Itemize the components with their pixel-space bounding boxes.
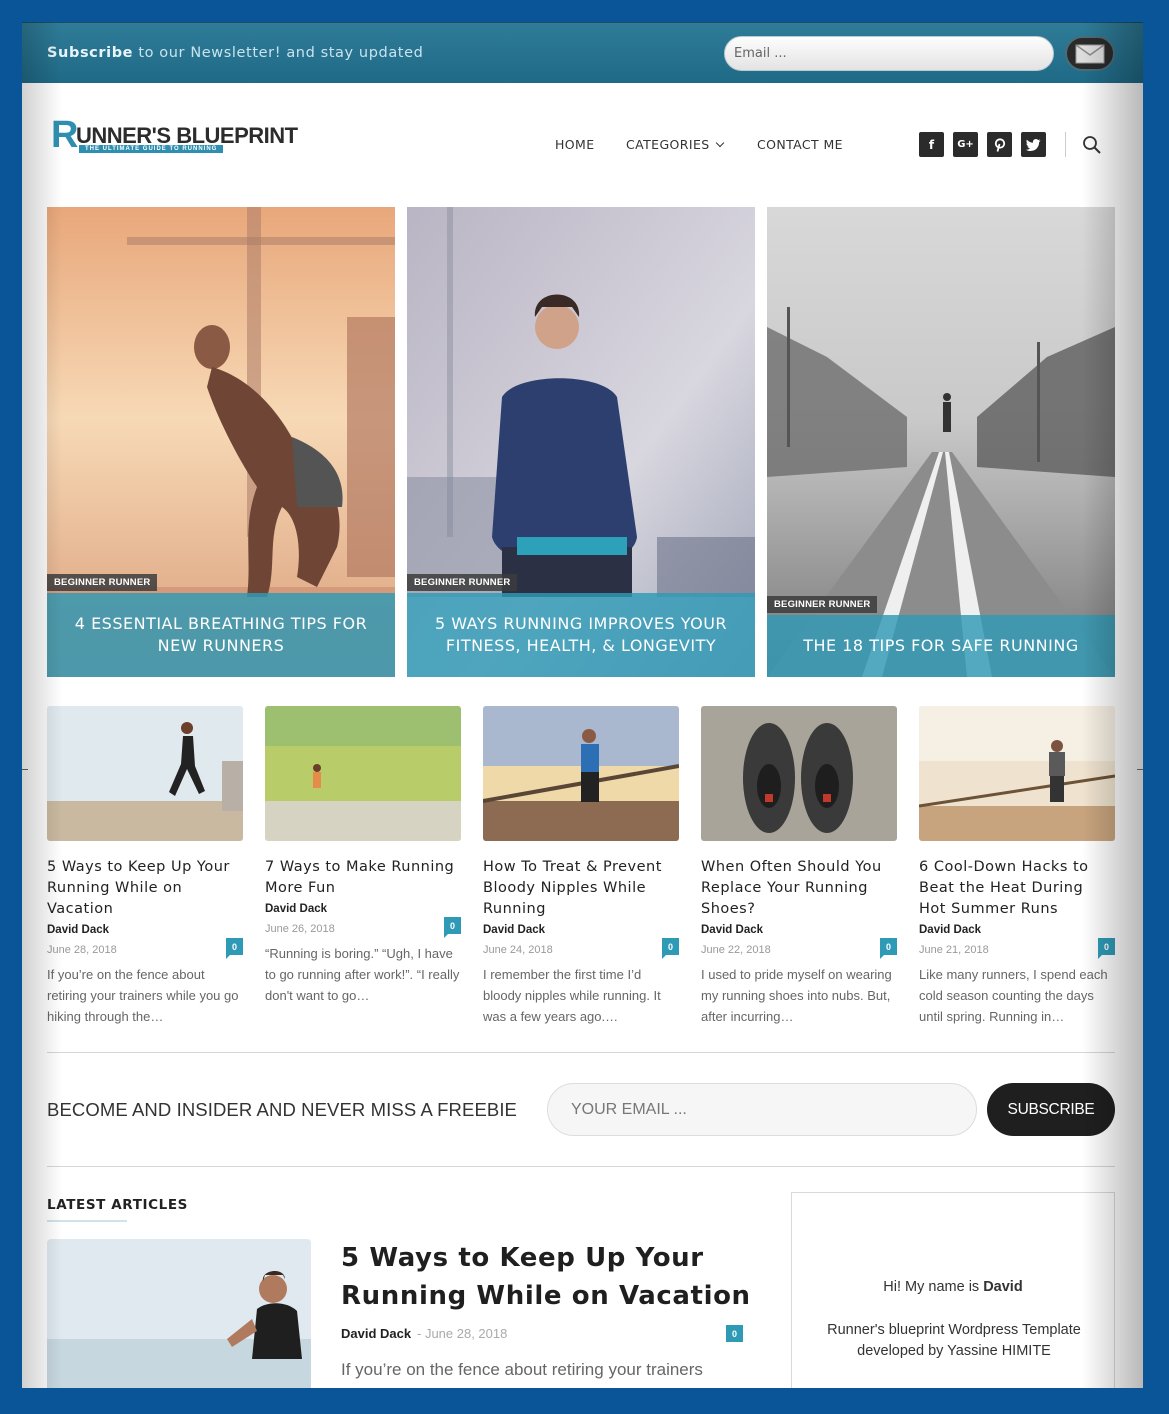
- comment-count-badge[interactable]: 0: [444, 917, 461, 938]
- post-title[interactable]: When Often Should You Replace Your Runni…: [701, 857, 897, 920]
- latest-article-excerpt: If you’re on the fence about retiring yo…: [341, 1360, 703, 1379]
- header-divider: [1065, 132, 1066, 157]
- newsletter-email-input[interactable]: [724, 36, 1054, 71]
- subscribe-pitch: BECOME AND INSIDER AND NEVER MISS A FREE…: [47, 1099, 517, 1120]
- about-widget: Hi! My name is David Runner's blueprint …: [791, 1192, 1115, 1388]
- page-frame: Subscribe to our Newsletter! and stay up…: [22, 22, 1143, 1388]
- post-title[interactable]: How To Treat & Prevent Bloody Nipples Wh…: [483, 857, 679, 920]
- twitter-icon[interactable]: [1021, 132, 1046, 157]
- post-author[interactable]: David Dack: [919, 924, 1115, 936]
- newsletter-submit-button[interactable]: [1065, 36, 1115, 71]
- comment-count-badge[interactable]: 0: [880, 938, 897, 959]
- facebook-icon[interactable]: f: [919, 132, 944, 157]
- post-date: June 24, 2018: [483, 944, 553, 956]
- comment-count-badge[interactable]: 0: [1098, 938, 1115, 959]
- post-author[interactable]: David Dack: [47, 924, 243, 936]
- about-greeting: Hi! My name is David: [883, 1279, 1023, 1295]
- post-date: June 26, 2018: [265, 923, 335, 935]
- subscribe-button[interactable]: SUBSCRIBE: [987, 1083, 1115, 1136]
- post-meta: June 26, 2018 0: [265, 917, 461, 938]
- section-divider: [47, 1052, 1115, 1053]
- comment-count-badge[interactable]: 0: [226, 938, 243, 959]
- newsletter-bar: Subscribe to our Newsletter! and stay up…: [22, 22, 1143, 83]
- featured-card[interactable]: BEGINNER RUNNER 5 WAYS RUNNING IMPROVES …: [407, 207, 755, 677]
- post-excerpt: “Running is boring.” “Ugh, I have to go …: [265, 946, 460, 1003]
- latest-article-image[interactable]: [47, 1239, 311, 1388]
- featured-title[interactable]: 5 WAYS RUNNING IMPROVES YOUR FITNESS, HE…: [407, 593, 755, 677]
- google-plus-icon[interactable]: G+: [953, 132, 978, 157]
- nav-home[interactable]: HOME: [555, 137, 595, 152]
- latest-article-date: - June 28, 2018: [417, 1326, 508, 1341]
- post-thumbnail[interactable]: [701, 706, 897, 841]
- latest-article-author[interactable]: David Dack: [341, 1326, 411, 1341]
- about-description: Runner's blueprint Wordpress Template de…: [827, 1322, 1081, 1359]
- post-thumbnail[interactable]: [482, 706, 680, 841]
- featured-tag[interactable]: BEGINNER RUNNER: [407, 574, 518, 591]
- post-author[interactable]: David Dack: [483, 924, 679, 936]
- featured-card[interactable]: BEGINNER RUNNER 4 ESSENTIAL BREATHING TI…: [47, 207, 395, 677]
- post-title[interactable]: 5 Ways to Keep Up Your Running While on …: [47, 857, 243, 920]
- post-meta: June 21, 2018 0: [919, 938, 1115, 959]
- latest-articles-heading: LATEST ARTICLES: [47, 1197, 188, 1213]
- edge-marker: [22, 769, 28, 770]
- post-thumbnail[interactable]: [265, 706, 461, 841]
- post-title[interactable]: 7 Ways to Make Running More Fun: [265, 857, 461, 899]
- pinterest-icon[interactable]: [987, 132, 1012, 157]
- post-card[interactable]: How To Treat & Prevent Bloody Nipples Wh…: [482, 706, 680, 1027]
- post-date: June 21, 2018: [919, 944, 989, 956]
- section-divider: [47, 1166, 1115, 1167]
- edge-marker: [1137, 769, 1143, 770]
- site-logo[interactable]: RUNNER'S BLUEPRINT THE ULTIMATE GUIDE TO…: [51, 114, 298, 162]
- featured-card[interactable]: BEGINNER RUNNER THE 18 TIPS FOR SAFE RUN…: [767, 207, 1115, 677]
- post-date: June 22, 2018: [701, 944, 771, 956]
- post-meta: June 24, 2018 0: [483, 938, 679, 959]
- latest-article-title[interactable]: 5 Ways to Keep Up Your Running While on …: [341, 1239, 761, 1315]
- subscribe-email-input[interactable]: [547, 1083, 977, 1136]
- logo-tagline: THE ULTIMATE GUIDE TO RUNNING: [79, 145, 224, 153]
- featured-tag[interactable]: BEGINNER RUNNER: [47, 574, 158, 591]
- search-icon[interactable]: [1082, 135, 1102, 155]
- post-author[interactable]: David Dack: [265, 903, 461, 915]
- post-card[interactable]: 6 Cool-Down Hacks to Beat the Heat Durin…: [918, 706, 1116, 1027]
- post-author[interactable]: David Dack: [701, 924, 897, 936]
- nav-contact-me[interactable]: CONTACT ME: [757, 137, 843, 152]
- post-excerpt: If you’re on the fence about retiring yo…: [47, 967, 239, 1024]
- post-meta: June 22, 2018 0: [701, 938, 897, 959]
- featured-title[interactable]: 4 ESSENTIAL BREATHING TIPS FOR NEW RUNNE…: [47, 593, 395, 677]
- post-excerpt: I used to pride myself on wearing my run…: [701, 967, 892, 1024]
- comment-count-badge[interactable]: 0: [662, 938, 679, 959]
- chevron-down-icon: [715, 138, 724, 148]
- envelope-icon: [1075, 43, 1105, 63]
- featured-tag[interactable]: BEGINNER RUNNER: [767, 596, 878, 613]
- post-excerpt: Like many runners, I spend each cold sea…: [919, 967, 1108, 1024]
- post-thumbnail[interactable]: [47, 706, 243, 841]
- featured-title[interactable]: THE 18 TIPS FOR SAFE RUNNING: [767, 615, 1115, 677]
- nav-categories[interactable]: CATEGORIES: [626, 137, 724, 152]
- post-card[interactable]: 7 Ways to Make Running More Fun David Da…: [265, 706, 461, 1006]
- post-meta: June 28, 2018 0: [47, 938, 243, 959]
- post-thumbnail[interactable]: [918, 706, 1116, 841]
- heading-underline: [47, 1220, 127, 1222]
- post-date: June 28, 2018: [47, 944, 117, 956]
- post-excerpt: I remember the first time I’d bloody nip…: [483, 967, 661, 1024]
- post-card[interactable]: When Often Should You Replace Your Runni…: [701, 706, 897, 1027]
- newsletter-text: Subscribe to our Newsletter! and stay up…: [47, 45, 424, 61]
- post-title[interactable]: 6 Cool-Down Hacks to Beat the Heat Durin…: [919, 857, 1115, 920]
- post-card[interactable]: 5 Ways to Keep Up Your Running While on …: [47, 706, 243, 1027]
- comment-count-badge[interactable]: 0: [726, 1325, 743, 1342]
